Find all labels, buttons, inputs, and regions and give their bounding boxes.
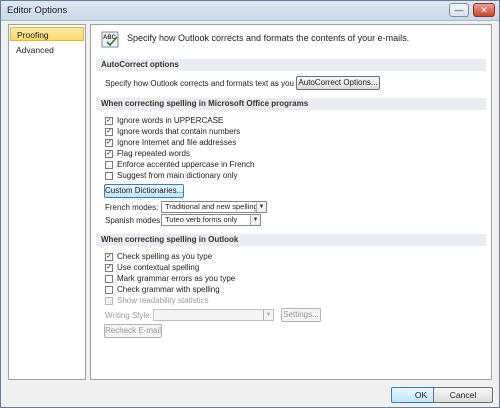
autocorrect-description: Specify how Outlook corrects and formats… (105, 79, 314, 88)
writing-style-label: Writing Style: (105, 311, 152, 320)
enforce-accented-uppercase-label: Enforce accented uppercase in French (117, 160, 255, 169)
check-spelling-as-you-type-label: Check spelling as you type (117, 252, 213, 261)
ignore-uppercase-label: Ignore words in UPPERCASE (117, 116, 224, 125)
outlook-spelling-section-heading: When correcting spelling in Outlook (96, 234, 486, 246)
flag-repeated-words-label: Flag repeated words (117, 149, 190, 158)
main-dictionary-only-checkbox[interactable] (105, 172, 113, 180)
mark-grammar-errors-checkbox[interactable] (105, 275, 113, 283)
ignore-numbers-checkbox[interactable]: ✓ (105, 128, 113, 136)
editor-options-dialog: Editor Options — ✕ Proofing Advanced ABC… (0, 0, 500, 408)
autocorrect-options-button[interactable]: AutoCorrect Options... (296, 76, 380, 90)
custom-dictionaries-button[interactable]: Custom Dictionaries... (104, 184, 184, 198)
ignore-internet-addresses-label: Ignore Internet and file addresses (117, 138, 237, 147)
office-spelling-section-heading: When correcting spelling in Microsoft Of… (96, 98, 486, 110)
spanish-modes-select[interactable]: Tuteo verb forms only ▼ (161, 214, 261, 226)
check-grammar-label: Check grammar with spelling (117, 285, 220, 294)
ignore-internet-addresses-checkbox[interactable]: ✓ (105, 139, 113, 147)
flag-repeated-words-checkbox[interactable]: ✓ (105, 150, 113, 158)
spanish-modes-label: Spanish modes: (105, 216, 163, 225)
proofing-panel: ABC Specify how Outlook corrects and for… (90, 24, 492, 380)
french-modes-value: Traditional and new spellings (165, 202, 262, 211)
abc-spelling-icon: ABC (101, 31, 119, 48)
french-modes-select[interactable]: Traditional and new spellings ▼ (161, 201, 267, 213)
cancel-button[interactable]: Cancel (433, 387, 493, 403)
ignore-uppercase-checkbox[interactable]: ✓ (105, 117, 113, 125)
chevron-down-icon: ▼ (250, 215, 260, 225)
mark-grammar-errors-label: Mark grammar errors as you type (117, 274, 236, 283)
minimize-button[interactable]: — (449, 3, 469, 17)
enforce-accented-uppercase-checkbox[interactable] (105, 161, 113, 169)
writing-style-select[interactable]: ▼ (153, 309, 274, 321)
readability-statistics-checkbox[interactable] (105, 297, 113, 305)
use-contextual-spelling-label: Use contextual spelling (117, 263, 200, 272)
french-modes-label: French modes: (105, 203, 159, 212)
panel-description: Specify how Outlook corrects and formats… (127, 33, 410, 43)
category-sidebar: Proofing Advanced (8, 24, 86, 380)
sidebar-item-advanced[interactable]: Advanced (10, 43, 84, 57)
ignore-numbers-label: Ignore words that contain numbers (117, 127, 241, 136)
use-contextual-spelling-checkbox[interactable]: ✓ (105, 264, 113, 272)
recheck-email-button[interactable]: Recheck E-mail (104, 324, 162, 338)
readability-statistics-label: Show readability statistics (117, 296, 209, 305)
main-dictionary-only-label: Suggest from main dictionary only (117, 171, 238, 180)
sidebar-item-proofing[interactable]: Proofing (10, 27, 84, 41)
chevron-down-icon: ▼ (263, 310, 273, 320)
settings-button[interactable]: Settings... (281, 308, 321, 322)
check-spelling-as-you-type-checkbox[interactable]: ✓ (105, 253, 113, 261)
spanish-modes-value: Tuteo verb forms only (165, 215, 238, 224)
check-grammar-checkbox[interactable] (105, 286, 113, 294)
window-title: Editor Options (7, 5, 68, 16)
title-bar: Editor Options — ✕ (1, 1, 499, 21)
autocorrect-section-heading: AutoCorrect options (96, 59, 486, 71)
chevron-down-icon: ▼ (256, 202, 266, 212)
close-button[interactable]: ✕ (473, 3, 495, 17)
